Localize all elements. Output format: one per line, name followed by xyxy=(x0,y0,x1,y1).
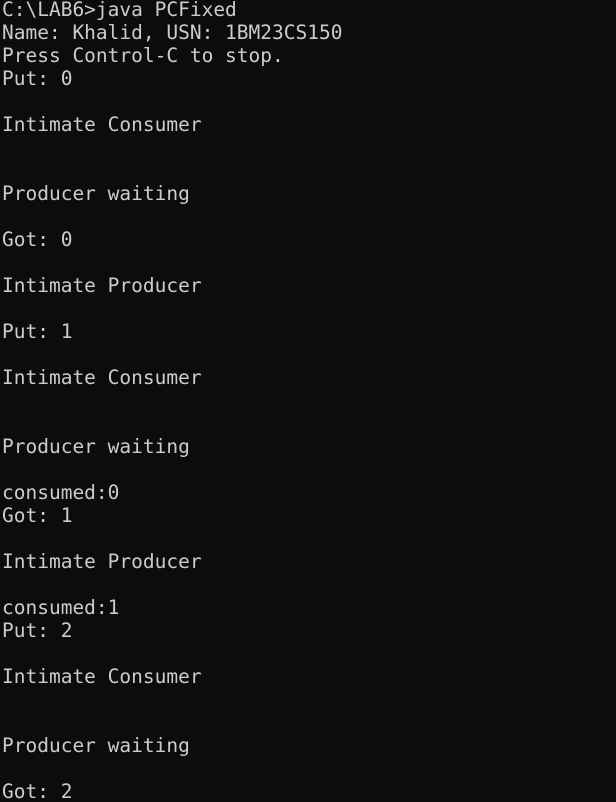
terminal-line: Press Control-C to stop. xyxy=(2,44,284,67)
terminal-line: Intimate Producer xyxy=(2,274,202,297)
terminal-line: Intimate Producer xyxy=(2,550,202,573)
terminal-line: Put: 0 xyxy=(2,67,73,90)
terminal-line: Put: 2 xyxy=(2,619,73,642)
terminal-line: Intimate Consumer xyxy=(2,665,202,688)
terminal-line: consumed:0 xyxy=(2,481,120,504)
terminal-line: Name: Khalid, USN: 1BM23CS150 xyxy=(2,21,343,44)
terminal-line: Got: 2 xyxy=(2,780,73,802)
terminal-window[interactable]: C:\LAB6>java PCFixed Name: Khalid, USN: 1… xyxy=(0,0,616,802)
terminal-line: consumed:1 xyxy=(2,596,120,619)
terminal-line: Got: 0 xyxy=(2,228,73,251)
terminal-line: Intimate Consumer xyxy=(2,366,202,389)
terminal-line: Producer waiting xyxy=(2,182,190,205)
terminal-line: C:\LAB6>java PCFixed xyxy=(2,0,237,21)
terminal-line: Producer waiting xyxy=(2,435,190,458)
terminal-line: Got: 1 xyxy=(2,504,73,527)
terminal-output: C:\LAB6>java PCFixed Name: Khalid, USN: 1… xyxy=(2,0,342,802)
terminal-line: Producer waiting xyxy=(2,734,190,757)
terminal-line: Put: 1 xyxy=(2,320,73,343)
terminal-line: Intimate Consumer xyxy=(2,113,202,136)
